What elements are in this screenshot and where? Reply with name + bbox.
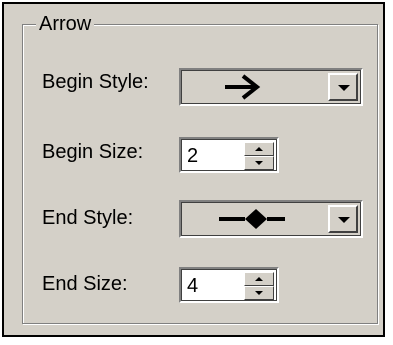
begin-style-combobox[interactable] <box>179 68 363 106</box>
right-arrow-icon <box>185 74 325 100</box>
begin-size-label: Begin Size: <box>42 141 144 163</box>
up-arrow-icon <box>255 277 263 281</box>
up-arrow-icon <box>255 147 263 151</box>
down-arrow-icon <box>255 291 263 295</box>
begin-style-dropdown-button[interactable] <box>328 73 358 101</box>
end-size-spinner[interactable]: 4 <box>179 267 279 303</box>
begin-size-spinner[interactable]: 2 <box>179 137 279 173</box>
end-size-decrement-button[interactable] <box>244 286 274 300</box>
end-style-label: End Style: <box>42 207 134 229</box>
down-arrow-icon <box>255 161 263 165</box>
chevron-down-icon <box>338 85 350 91</box>
arrow-settings-panel: Arrow Begin Style: Begin Size: 2 End Sty… <box>2 2 385 337</box>
end-size-value[interactable]: 4 <box>187 274 198 298</box>
begin-size-increment-button[interactable] <box>244 142 274 156</box>
begin-size-decrement-button[interactable] <box>244 156 274 170</box>
begin-size-spin-buttons <box>244 142 274 170</box>
end-style-combobox[interactable] <box>179 200 363 238</box>
end-size-spin-buttons <box>244 272 274 300</box>
diamond-line-end-icon <box>185 206 325 232</box>
begin-size-value[interactable]: 2 <box>187 144 198 168</box>
begin-style-label: Begin Style: <box>42 71 149 93</box>
end-size-increment-button[interactable] <box>244 272 274 286</box>
groupbox-title: Arrow <box>36 13 95 35</box>
end-style-dropdown-button[interactable] <box>328 205 358 233</box>
chevron-down-icon <box>338 217 350 223</box>
end-size-label: End Size: <box>42 273 128 295</box>
